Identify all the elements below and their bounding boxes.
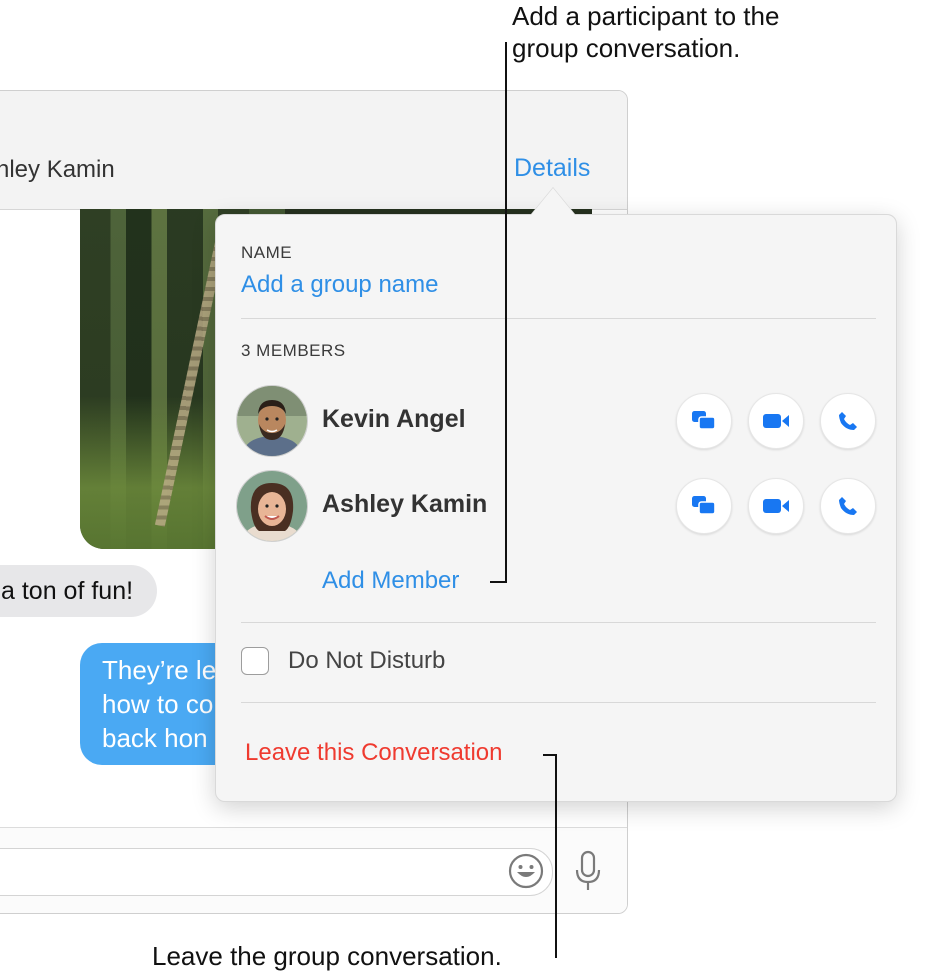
callout-add-participant-line-2: group conversation. xyxy=(512,33,741,63)
conversation-title: hley Kamin xyxy=(0,156,115,183)
avatar-kevin-angel-image xyxy=(237,386,307,456)
members-section-label: 3 MEMBERS xyxy=(241,341,346,360)
member-row: Ashley Kamin xyxy=(236,470,876,542)
details-popover: NAME Add a group name 3 MEMBERS Kevin An… xyxy=(215,214,897,802)
add-member-button[interactable]: Add Member xyxy=(322,567,459,595)
phone-call-button[interactable] xyxy=(820,393,876,449)
leave-conversation-button[interactable]: Leave this Conversation xyxy=(245,739,502,767)
message-button[interactable] xyxy=(676,478,732,534)
member-row: Kevin Angel xyxy=(236,385,876,457)
callout-leave-group: Leave the group conversation. xyxy=(152,941,502,971)
screenshot-stage: Add a participant to the group conversat… xyxy=(0,0,927,972)
group-name-field[interactable]: Add a group name xyxy=(241,271,438,299)
callout-leave-group-leader-tick xyxy=(543,754,557,756)
message-composer xyxy=(0,827,627,913)
video-call-button[interactable] xyxy=(748,393,804,449)
callout-leave-group-leader xyxy=(555,754,557,958)
phone-icon xyxy=(839,497,857,515)
details-button[interactable]: Details xyxy=(514,154,590,183)
popover-arrow xyxy=(531,188,575,215)
member-name: Ashley Kamin xyxy=(322,490,488,518)
divider xyxy=(241,622,876,623)
avatar xyxy=(236,470,308,542)
callout-add-participant-leader-tick xyxy=(490,581,507,583)
message-icon xyxy=(692,411,716,430)
do-not-disturb-checkbox[interactable] xyxy=(241,647,269,675)
phone-icon xyxy=(839,412,857,430)
video-camera-icon xyxy=(763,499,789,513)
message-icon xyxy=(692,496,716,515)
microphone-icon[interactable] xyxy=(574,850,602,892)
phone-call-button[interactable] xyxy=(820,478,876,534)
message-input[interactable] xyxy=(0,848,553,896)
video-camera-icon xyxy=(763,414,789,428)
callout-add-participant: Add a participant to the group conversat… xyxy=(512,0,912,64)
callout-add-participant-leader xyxy=(505,42,507,583)
emoji-icon[interactable] xyxy=(507,852,545,890)
avatar xyxy=(236,385,308,457)
incoming-message-bubble[interactable]: a ton of fun! xyxy=(0,565,158,617)
member-name: Kevin Angel xyxy=(322,405,466,433)
do-not-disturb-label: Do Not Disturb xyxy=(288,647,446,674)
callout-add-participant-line-1: Add a participant to the xyxy=(512,1,780,31)
divider xyxy=(241,702,876,703)
avatar-ashley-kamin-image xyxy=(237,471,307,541)
video-call-button[interactable] xyxy=(748,478,804,534)
message-button[interactable] xyxy=(676,393,732,449)
divider xyxy=(241,318,876,319)
name-section-label: NAME xyxy=(241,243,293,262)
